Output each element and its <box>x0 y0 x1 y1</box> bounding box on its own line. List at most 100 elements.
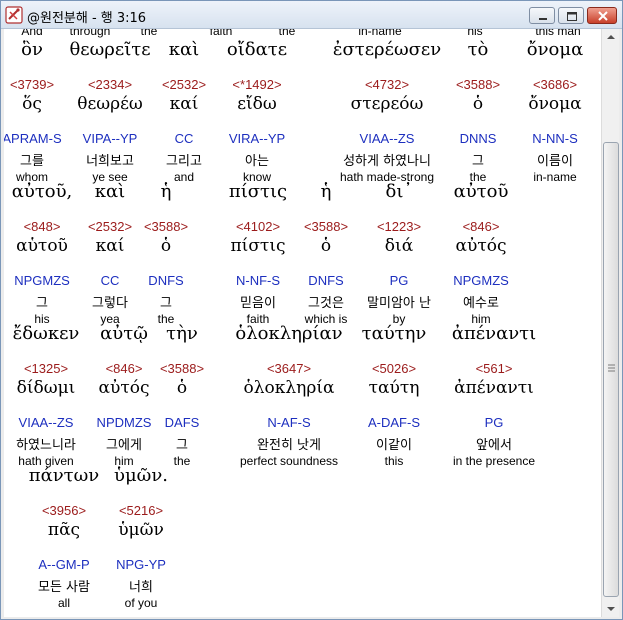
word-greek[interactable]: πίστις <box>229 181 287 202</box>
word-greek[interactable]: ἡ <box>161 181 172 202</box>
word-greek[interactable]: πάντων <box>29 465 100 486</box>
word-greek[interactable]: ἔδωκεν <box>13 323 80 344</box>
word-strong[interactable]: <5216> <box>119 503 163 518</box>
word-strong[interactable]: <3588> <box>304 219 348 234</box>
word-korean: 그 <box>36 296 48 311</box>
word-english: perfect soundness <box>239 454 339 468</box>
word-strong[interactable]: <2532> <box>162 77 206 92</box>
vertical-scrollbar[interactable] <box>601 29 619 617</box>
word-greek[interactable]: ἡ <box>321 181 332 202</box>
word-lemma: ὁλοκληρία <box>243 378 335 398</box>
word-english: in-name <box>533 170 577 184</box>
word-korean: 그 <box>160 296 172 311</box>
title-bar[interactable]: @원전분해 - 행 3:16 <box>1 1 622 29</box>
word-korean: 하였느니라 <box>16 438 76 453</box>
word-greek[interactable]: αὐτοῦ, <box>12 181 73 202</box>
word-greek[interactable]: καὶ <box>169 39 199 60</box>
word-strong[interactable]: <848> <box>24 219 61 234</box>
scroll-down-arrow-icon[interactable] <box>603 601 619 617</box>
word-korean: 그것은 <box>308 296 344 311</box>
word-strong[interactable]: <3588> <box>160 361 204 376</box>
word-korean: 그렇다 <box>92 296 128 311</box>
word-parse: NPDMZS <box>96 415 152 430</box>
word-strong[interactable]: <1325> <box>24 361 68 376</box>
word-greek[interactable]: αὐτοῦ <box>454 181 509 202</box>
word-korean: 그 <box>472 154 484 169</box>
minimize-button[interactable] <box>529 7 555 24</box>
grip-icon <box>608 364 615 372</box>
maximize-button[interactable] <box>558 7 584 24</box>
scroll-up-arrow-icon[interactable] <box>603 29 619 45</box>
word-korean: 말미암아 난 <box>367 296 431 311</box>
scrollbar-thumb[interactable] <box>603 142 619 597</box>
word-greek[interactable]: ἐστερέωσεν <box>333 39 441 60</box>
word-strong[interactable]: <3588> <box>144 219 188 234</box>
word-greek[interactable]: δι᾽ <box>386 181 413 202</box>
word-parse: CC <box>174 131 194 146</box>
word-lemma: ὁ <box>472 94 484 114</box>
word-strong[interactable]: <*1492> <box>232 77 281 92</box>
word-parse: A-DAF-S <box>368 415 420 430</box>
word-greek[interactable]: καὶ <box>95 181 125 202</box>
word-strong[interactable]: <2334> <box>88 77 132 92</box>
close-button[interactable] <box>587 7 617 24</box>
word-lemma: ταύτη <box>368 378 420 398</box>
word-parse: APRAM-S <box>4 131 62 146</box>
word-greek[interactable]: ταύτην <box>362 323 427 344</box>
word-korean: 믿음이 <box>240 296 276 311</box>
word-greek[interactable]: οἴδατε <box>227 39 287 60</box>
word-korean: 너희보고 <box>86 154 134 169</box>
word-greek[interactable]: αὐτῷ <box>100 323 148 344</box>
top-word-2: the <box>140 29 158 38</box>
word-lemma: αὐτός <box>98 378 150 398</box>
word-strong[interactable]: <4102> <box>236 219 280 234</box>
top-word-4: the <box>278 29 296 38</box>
word-lemma: αὑτοῦ <box>16 236 68 256</box>
word-greek[interactable]: ὄνομα <box>527 39 583 60</box>
word-greek[interactable]: τὴν <box>166 323 198 344</box>
interlinear-view[interactable]: And through the faith the in-name his th… <box>4 29 601 617</box>
word-strong[interactable]: <846> <box>106 361 143 376</box>
word-english: of you <box>124 596 158 610</box>
word-parse: PG <box>389 273 409 288</box>
word-strong[interactable]: <561> <box>476 361 513 376</box>
top-word-1: through <box>69 29 111 38</box>
word-strong[interactable]: <3686> <box>533 77 577 92</box>
word-parse: DNNS <box>459 131 497 146</box>
word-greek[interactable]: ὁλοκληρίαν <box>235 323 342 344</box>
word-parse: N-AF-S <box>267 415 311 430</box>
word-korean: 너희 <box>129 580 153 595</box>
word-greek[interactable]: τὸ <box>468 39 489 60</box>
word-strong[interactable]: <3956> <box>42 503 86 518</box>
word-korean: 이같이 <box>376 438 412 453</box>
word-strong[interactable]: <5026> <box>372 361 416 376</box>
word-strong[interactable]: <846> <box>463 219 500 234</box>
word-greek[interactable]: θεωρεῖτε <box>69 39 150 60</box>
word-strong[interactable]: <1223> <box>377 219 421 234</box>
word-english: the <box>173 454 191 468</box>
word-lemma: δίδωμι <box>16 378 76 398</box>
word-strong[interactable]: <3739> <box>10 77 54 92</box>
word-parse: CC <box>100 273 120 288</box>
word-greek[interactable]: ὃν <box>21 39 43 60</box>
word-greek[interactable]: ὑμῶν. <box>114 465 168 486</box>
word-lemma: καί <box>169 94 199 114</box>
word-korean: 아는 <box>245 154 269 169</box>
word-parse: DNFS <box>308 273 344 288</box>
app-window: @원전분해 - 행 3:16 And through the faith the… <box>0 0 623 620</box>
word-lemma: ὅς <box>22 94 42 114</box>
top-word-6: his <box>467 29 483 38</box>
word-strong[interactable]: <2532> <box>88 219 132 234</box>
word-strong[interactable]: <4732> <box>365 77 409 92</box>
word-strong[interactable]: <3647> <box>267 361 311 376</box>
word-greek[interactable]: ἀπέναντι <box>452 323 536 344</box>
word-parse: VIAA--ZS <box>359 131 415 146</box>
word-strong[interactable]: <3588> <box>456 77 500 92</box>
word-lemma: πᾶς <box>47 520 81 540</box>
word-lemma: θεωρέω <box>77 94 143 114</box>
word-parse: VIPA--YP <box>82 131 138 146</box>
word-korean: 예수로 <box>463 296 499 311</box>
word-lemma: ὁ <box>160 236 172 256</box>
word-parse: VIAA--ZS <box>18 415 74 430</box>
word-parse: NPGMZS <box>14 273 70 288</box>
